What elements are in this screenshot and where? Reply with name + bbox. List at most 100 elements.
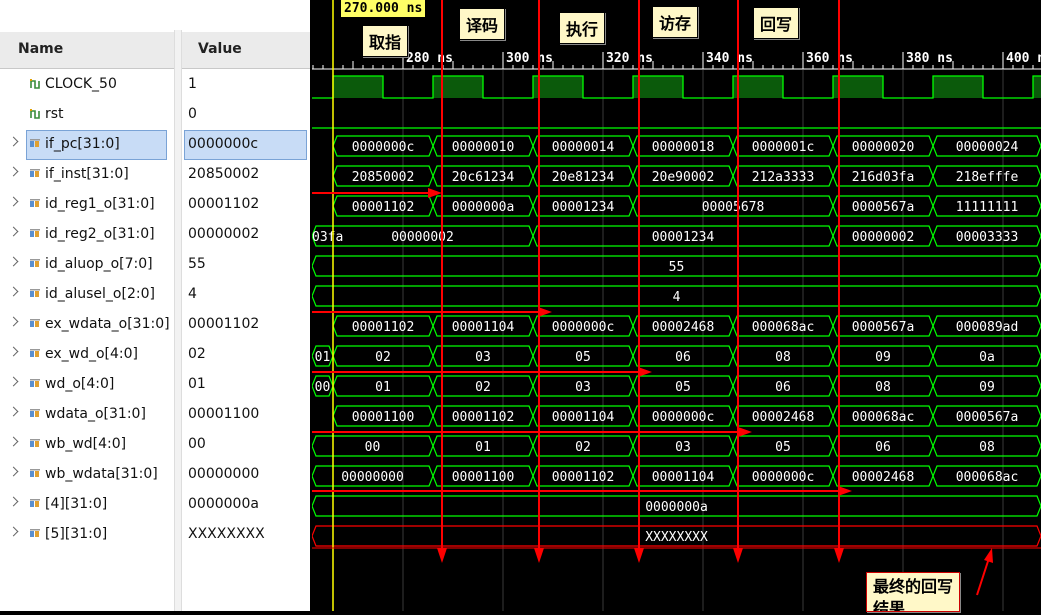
expand-arrow-icon[interactable] — [8, 526, 19, 537]
bus-value-label: 000068ac — [956, 470, 1019, 485]
signal-value: 02 — [188, 346, 206, 362]
signal-value: 20850002 — [188, 166, 260, 182]
cursor-time-label[interactable]: 270.000 ns — [341, 0, 426, 17]
bus-value-label: 00000002 — [852, 230, 915, 245]
signal-row[interactable]: ex_wd_o[4:0] 02 — [0, 340, 310, 370]
bus-value-label: 09 — [875, 350, 891, 365]
expand-arrow-icon[interactable] — [8, 256, 19, 267]
value-header-label: Value — [198, 41, 242, 57]
bus-value-label: 0000000c — [752, 470, 815, 485]
stage-note-execute: 执行 — [559, 12, 606, 44]
bus-value-label: 06 — [875, 440, 891, 455]
signal-row[interactable]: rst 0 — [0, 100, 310, 130]
bus-value-label: 11111111 — [956, 200, 1019, 215]
ruler-tick-label: 380 ns — [906, 51, 953, 66]
bus-value-label: 0000567a — [852, 200, 915, 215]
stage-note-fetch: 取指 — [362, 25, 409, 57]
bus-value-label: 00001102 — [352, 320, 415, 335]
ruler-tick-label: 400 ns — [1006, 51, 1041, 66]
expand-arrow-icon[interactable] — [8, 376, 19, 387]
bus-signal-icon — [30, 289, 40, 297]
bus-value-label: 00002468 — [652, 320, 715, 335]
signal-row[interactable]: [5][31:0] XXXXXXXX — [0, 520, 310, 550]
signal-row[interactable]: wd_o[4:0] 01 — [0, 370, 310, 400]
signal-row[interactable]: if_pc[31:0] 0000000c — [0, 130, 310, 160]
expand-arrow-icon[interactable] — [8, 316, 19, 327]
expand-arrow-icon[interactable] — [8, 496, 19, 507]
bus-value-label: 05 — [775, 440, 791, 455]
stage-arrow-head — [834, 548, 844, 563]
expand-arrow-icon[interactable] — [8, 286, 19, 297]
signal-name: rst — [45, 106, 64, 122]
signal-row[interactable]: CLOCK_50 1 — [0, 70, 310, 100]
clock-high-fill — [833, 76, 883, 98]
signal-row[interactable]: ex_wdata_o[31:0] 00001102 — [0, 310, 310, 340]
expand-arrow-icon[interactable] — [8, 136, 19, 147]
signal-value: XXXXXXXX — [188, 526, 265, 542]
clock-high-fill — [1033, 76, 1041, 98]
bus-value-label: 0000000a — [645, 500, 708, 515]
bus-value-label: 216d03fa — [852, 170, 915, 185]
signal-row[interactable]: wb_wdata[31:0] 00000000 — [0, 460, 310, 490]
signal-name: wdata_o[31:0] — [45, 406, 146, 422]
clock-high-fill — [633, 76, 683, 98]
bus-value-label: 00001100 — [352, 410, 415, 425]
waveform-canvas[interactable]: 280 ns 300 ns 320 ns 340 ns 360 ns 380 ns 400 … — [281, 0, 1041, 611]
bus-value-label: 4 — [673, 290, 681, 305]
signal-row[interactable]: if_inst[31:0] 20850002 — [0, 160, 310, 190]
signal-name: [5][31:0] — [45, 526, 108, 542]
value-column-header[interactable]: Value — [180, 32, 310, 69]
bus-value-label: 20e81234 — [552, 170, 615, 185]
bus-value-label: 08 — [979, 440, 995, 455]
waveform-view[interactable]: 280 ns 300 ns 320 ns 340 ns 360 ns 380 ns 400 … — [281, 0, 1041, 611]
signal-row[interactable]: [4][31:0] 0000000a — [0, 490, 310, 520]
final-arrow-head — [984, 548, 993, 563]
bus-value-label: 20850002 — [352, 170, 415, 185]
expand-arrow-icon[interactable] — [8, 436, 19, 447]
bus-value-label: 212a3333 — [752, 170, 815, 185]
bus-value-label: 00001234 — [652, 230, 715, 245]
name-column-header[interactable]: Name — [0, 32, 174, 69]
signal-value: 01 — [188, 376, 206, 392]
ruler-tick-label: 320 ns — [606, 51, 653, 66]
bus-signal-icon — [30, 379, 40, 387]
name-header-label: Name — [18, 41, 64, 57]
expand-arrow-icon[interactable] — [8, 226, 19, 237]
signal-row[interactable]: id_alusel_o[2:0] 4 — [0, 280, 310, 310]
ruler-tick-label: 360 ns — [806, 51, 853, 66]
stage-arrow-head — [733, 548, 743, 563]
bus-value-label: 08 — [875, 380, 891, 395]
bus-value-label: 55 — [669, 260, 685, 275]
signal-row[interactable]: id_reg2_o[31:0] 00000002 — [0, 220, 310, 250]
signal-value: 55 — [188, 256, 206, 272]
bus-value-label: 20e90002 — [652, 170, 715, 185]
signal-value: 00000000 — [188, 466, 260, 482]
stage-note-writeback: 回写 — [753, 7, 800, 39]
signal-row[interactable]: id_aluop_o[7:0] 55 — [0, 250, 310, 280]
bus-value-label: 00001100 — [452, 470, 515, 485]
signal-row[interactable]: wb_wd[4:0] 00 — [0, 430, 310, 460]
bus-value-label: 05 — [575, 350, 591, 365]
signal-row[interactable]: id_reg1_o[31:0] 00001102 — [0, 190, 310, 220]
bus-signal-icon — [30, 349, 40, 357]
final-result-note: 最终的回写结果 — [866, 572, 960, 612]
signal-name: id_reg2_o[31:0] — [45, 226, 155, 242]
expand-arrow-icon[interactable] — [8, 166, 19, 177]
bus-value-label: 00000014 — [552, 140, 615, 155]
bus-value-label: 00000024 — [956, 140, 1019, 155]
bus-value-label: 01 — [315, 350, 331, 365]
expand-arrow-icon[interactable] — [8, 466, 19, 477]
expand-arrow-icon[interactable] — [8, 406, 19, 417]
bus-value-label: 00002468 — [752, 410, 815, 425]
bus-value-label: 06 — [675, 350, 691, 365]
stage-note-decode: 译码 — [459, 8, 506, 40]
expand-arrow-icon[interactable] — [8, 196, 19, 207]
signal-name: id_aluop_o[7:0] — [45, 256, 153, 272]
signal-value: 0000000c — [188, 136, 259, 152]
bus-value-label: 00000002 — [391, 230, 454, 245]
signal-row[interactable]: wdata_o[31:0] 00001100 — [0, 400, 310, 430]
signal-name: id_alusel_o[2:0] — [45, 286, 155, 302]
expand-arrow-icon[interactable] — [8, 346, 19, 357]
bus-value-label: 00001104 — [552, 410, 615, 425]
stage-arrow-head — [634, 548, 644, 563]
